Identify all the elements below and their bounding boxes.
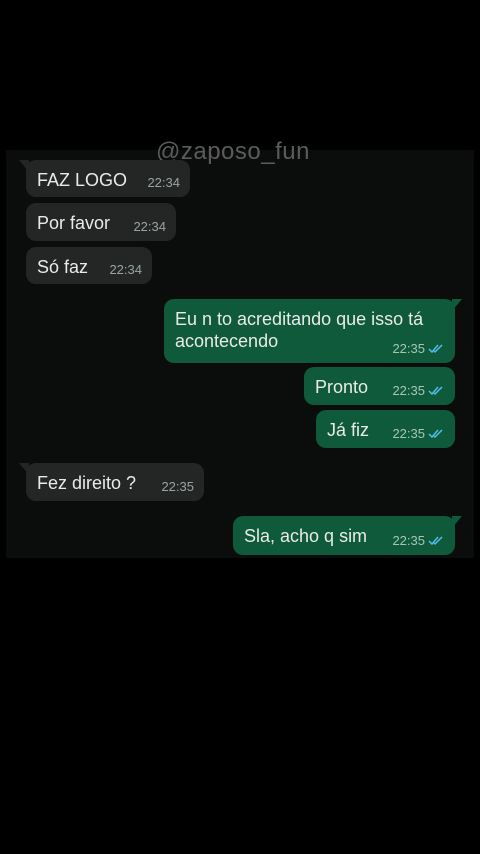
message-time: 22:35 [392,426,445,441]
read-ticks-icon [428,429,443,439]
message-text: FAZ LOGO [37,170,128,190]
message-bubble-outgoing[interactable]: Pronto 22:35 [304,367,455,405]
message-text: Por favor [37,213,111,233]
message-text: Só faz [37,257,89,277]
message-text: Sla, acho q sim [244,526,368,546]
message-bubble-incoming[interactable]: Fez direito ? 22:35 [19,463,204,501]
message-bubble-incoming[interactable]: Por favor 22:34 [26,203,176,241]
message-timestamp: 22:35 [161,479,194,494]
message-timestamp: 22:34 [147,175,180,190]
message-time: 22:35 [392,533,445,548]
message-bubble-outgoing[interactable]: Já fiz 22:35 [316,410,455,448]
message-timestamp: 22:35 [392,383,425,398]
message-timestamp: 22:34 [133,219,166,234]
message-timestamp: 22:35 [392,426,425,441]
message-time: 22:35 [392,383,445,398]
message-text: Já fiz [327,420,370,440]
message-time: 22:34 [147,175,180,190]
message-text: Pronto [315,377,369,397]
message-timestamp: 22:35 [392,533,425,548]
read-ticks-icon [428,386,443,396]
message-time: 22:35 [161,479,194,494]
message-timestamp: 22:34 [109,262,142,277]
message-time: 22:34 [109,262,142,277]
message-bubble-incoming[interactable]: Só faz 22:34 [26,247,152,284]
message-bubble-outgoing[interactable]: Eu n to acreditando que isso tá acontece… [164,299,462,363]
read-ticks-icon [428,344,443,354]
message-time: 22:35 [392,341,445,356]
message-time: 22:34 [133,219,166,234]
message-bubble-incoming[interactable]: FAZ LOGO 22:34 [19,160,190,197]
message-bubble-outgoing[interactable]: Sla, acho q sim 22:35 [233,516,462,555]
read-ticks-icon [428,536,443,546]
message-timestamp: 22:35 [392,341,425,356]
message-text: Fez direito ? [37,473,137,493]
